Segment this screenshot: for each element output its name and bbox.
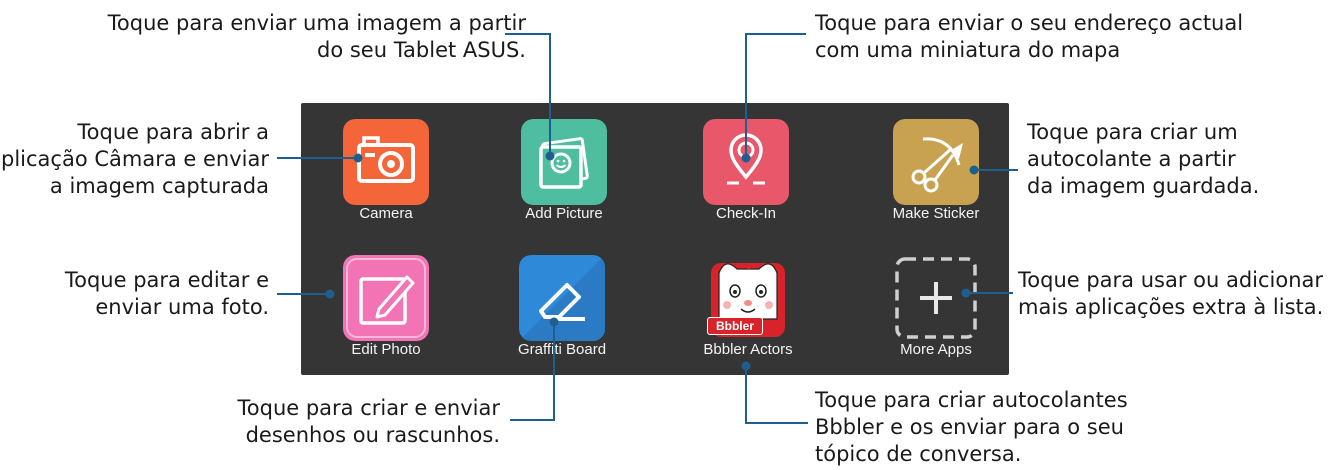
- app-graffiti-board[interactable]: Graffiti Board: [477, 241, 647, 377]
- eraser-icon: [519, 255, 605, 341]
- bbbler-character-icon: Bbbler: [705, 255, 791, 341]
- app-camera[interactable]: Camera: [301, 105, 471, 241]
- apps-panel: Camera Add Picture Check-In Make Sticker…: [301, 103, 1009, 375]
- app-label: Add Picture: [525, 205, 603, 222]
- app-label: Graffiti Board: [517, 341, 607, 358]
- pencil-icon: [343, 255, 429, 341]
- app-add-picture[interactable]: Add Picture: [479, 105, 649, 241]
- app-check-in[interactable]: Check-In: [661, 105, 831, 241]
- app-more-apps[interactable]: More Apps: [851, 241, 1021, 377]
- scissors-icon: [893, 119, 979, 205]
- location-pin-icon: [703, 119, 789, 205]
- callout-graffiti-board: Toque para criar e enviar desenhos ou ra…: [237, 396, 501, 447]
- callout-check-in: Toque para enviar o seu endereço actual …: [815, 11, 1244, 62]
- callout-more-apps: Toque para usar ou adicionar mais aplica…: [1018, 268, 1324, 319]
- app-label: Camera: [359, 205, 413, 222]
- add-picture-icon: [521, 119, 607, 205]
- app-label: Edit Photo: [351, 341, 421, 358]
- app-bbbler-actors[interactable]: Bbbler Bbbler Actors: [663, 241, 833, 377]
- camera-icon: [343, 119, 429, 205]
- app-label: Check-In: [715, 205, 777, 222]
- callout-camera: Toque para abrir a aplicação Câmara e en…: [0, 120, 269, 198]
- app-label: Bbbler Actors: [703, 341, 793, 358]
- plus-icon: [893, 255, 979, 341]
- app-edit-photo[interactable]: Edit Photo: [301, 241, 471, 377]
- callout-add-picture: Toque para enviar uma imagem a partir do…: [107, 11, 526, 62]
- app-label: More Apps: [900, 341, 972, 358]
- app-make-sticker[interactable]: Make Sticker: [851, 105, 1021, 241]
- callout-make-sticker: Toque para criar um autocolante a partir…: [1027, 120, 1260, 198]
- callout-bbbler-actors: Toque para criar autocolantes Bbbler e o…: [815, 388, 1128, 466]
- app-label: Make Sticker: [892, 205, 980, 222]
- bbbler-badge: Bbbler: [707, 317, 763, 335]
- callout-edit-photo: Toque para editar e enviar uma foto.: [64, 268, 269, 319]
